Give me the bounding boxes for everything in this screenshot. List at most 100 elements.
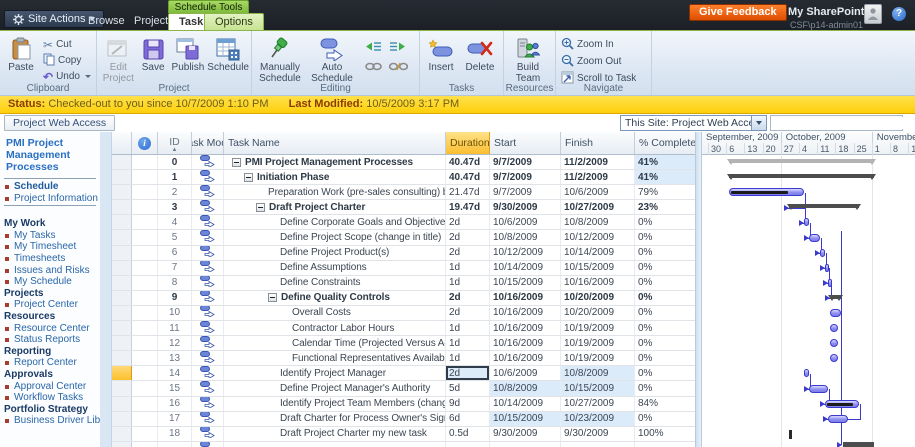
percent-complete-cell[interactable]: 0% [635, 261, 695, 275]
task-name-column-header[interactable]: Task Name [224, 132, 446, 154]
task-name-cell[interactable]: Define Assumptions [224, 260, 446, 275]
row-selector-cell[interactable] [112, 321, 132, 336]
percent-complete-cell[interactable]: 0% [635, 246, 695, 260]
sidebar-item-status-reports[interactable]: Status Reports [0, 334, 100, 346]
task-row-18[interactable]: 18 Draft Project Charter my new task 0.5d 9… [112, 426, 695, 442]
id-cell[interactable]: 0 [158, 155, 192, 170]
info-cell[interactable] [132, 200, 158, 215]
percent-complete-cell[interactable]: 23% [635, 200, 695, 214]
task-row-11[interactable]: 11 Contractor Labor Hours 1d 10/16/2009 10/1… [112, 321, 695, 337]
percent-complete-cell[interactable]: 0% [635, 336, 695, 350]
publish-button[interactable]: Publish [169, 34, 208, 73]
start-cell[interactable]: 9/30/2009 [490, 200, 561, 215]
delete-button[interactable]: Delete [460, 34, 500, 73]
row-selector-cell[interactable] [112, 351, 132, 366]
id-cell[interactable]: 8 [158, 275, 192, 290]
finish-cell[interactable]: 10/16/2009 [561, 275, 635, 290]
percent-complete-cell[interactable]: 0% [635, 366, 695, 380]
finish-cell[interactable]: 10/27/2009 [561, 200, 635, 215]
task-name-cell[interactable]: Functional Representatives Availability … [224, 351, 446, 366]
duration-cell[interactable]: 2d [446, 215, 490, 230]
finish-cell[interactable]: 11/2/2009 [561, 155, 635, 170]
task-name-cell[interactable]: Define Project Scope (change in title) [224, 230, 446, 245]
task-row-14[interactable]: 14 Identify Project Manager 2d 10/6/2009 10/… [112, 366, 695, 382]
id-cell[interactable]: 11 [158, 321, 192, 336]
task-mode-cell[interactable] [192, 215, 224, 230]
id-cell[interactable]: 18 [158, 426, 192, 441]
task-name-cell[interactable]: Identify Project Team Members (changed t [224, 396, 446, 411]
task-mode-cell[interactable] [192, 305, 224, 321]
start-cell[interactable]: 10/16/2009 [490, 305, 561, 321]
id-cell[interactable]: 5 [158, 230, 192, 245]
info-cell[interactable] [132, 426, 158, 441]
duration-cell[interactable]: 1d [446, 336, 490, 351]
collapse-glyph[interactable] [256, 202, 265, 212]
row-selector-cell[interactable] [112, 155, 132, 170]
task-row-10[interactable]: 10 Overall Costs 2d 10/16/2009 10/20/2009 0% [112, 305, 695, 322]
row-selector-cell[interactable] [112, 441, 132, 447]
percent-complete-cell[interactable]: 0% [635, 412, 695, 426]
id-cell[interactable]: 17 [158, 411, 192, 426]
start-cell[interactable]: 10/15/2009 [490, 411, 561, 426]
help-icon[interactable]: ? [892, 7, 906, 21]
start-cell[interactable]: 10/16/2009 [490, 336, 561, 351]
duration-cell[interactable]: 2d [446, 230, 490, 245]
task-row-17[interactable]: 17 Draft Charter for Process Owner's Sign… [112, 411, 695, 427]
duration-cell[interactable]: 40.47d [446, 170, 490, 185]
start-column-header[interactable]: Start [490, 132, 561, 154]
info-cell[interactable] [132, 305, 158, 321]
task-name-cell[interactable]: Define Quality Controls [224, 290, 446, 305]
percent-complete-cell[interactable]: 0% [635, 306, 695, 320]
finish-cell[interactable]: 10/8/2009 [561, 215, 635, 230]
id-cell[interactable]: 3 [158, 200, 192, 215]
task-mode-cell[interactable] [192, 351, 224, 366]
finish-cell[interactable] [561, 441, 635, 447]
site-scope-dropdown[interactable]: This Site: Project Web Access [620, 115, 767, 131]
info-cell[interactable] [132, 396, 158, 411]
row-selector-cell[interactable] [112, 245, 132, 260]
id-cell[interactable]: 9 [158, 290, 192, 305]
duration-cell[interactable]: 19.47d [446, 200, 490, 215]
indent-button[interactable] [387, 38, 409, 55]
info-cell[interactable] [132, 215, 158, 230]
outdent-button[interactable] [362, 38, 384, 55]
collapse-glyph[interactable] [244, 172, 253, 182]
start-cell[interactable]: 9/7/2009 [490, 155, 561, 170]
chevron-down-icon[interactable] [751, 116, 766, 130]
duration-cell[interactable]: 2d [446, 245, 490, 260]
task-name-cell[interactable]: Preparation Work (pre-sales consulting) … [224, 185, 446, 200]
insert-button[interactable]: Insert [422, 34, 460, 73]
task-mode-column-header[interactable]: Task Mode [192, 132, 224, 154]
sidebar-item-project-center[interactable]: Project Center [0, 299, 100, 311]
finish-cell[interactable]: 10/19/2009 [561, 336, 635, 351]
task-name-cell[interactable]: Define Project Product(s) [224, 245, 446, 260]
percent-complete-cell[interactable] [635, 442, 695, 447]
task-row-7[interactable]: 7 Define Assumptions 1d 10/14/2009 10/15/200… [112, 260, 695, 276]
finish-cell[interactable]: 10/12/2009 [561, 230, 635, 245]
info-cell[interactable] [132, 245, 158, 260]
id-cell[interactable]: 15 [158, 381, 192, 396]
sidebar-item-project-information[interactable]: Project Information [0, 193, 100, 205]
info-cell[interactable] [132, 441, 158, 447]
avatar[interactable] [864, 4, 882, 24]
task-mode-cell[interactable] [192, 260, 224, 275]
percent-complete-cell[interactable]: 0% [635, 321, 695, 335]
id-cell[interactable]: 14 [158, 366, 192, 381]
start-cell[interactable]: 10/16/2009 [490, 351, 561, 366]
start-cell[interactable]: 10/14/2009 [490, 260, 561, 275]
info-cell[interactable] [132, 185, 158, 200]
duration-cell[interactable]: 5d [446, 381, 490, 396]
sidebar-item-report-center[interactable]: Report Center [0, 357, 100, 369]
auto-schedule-button[interactable]: Auto Schedule [306, 34, 358, 84]
task-mode-cell[interactable] [192, 275, 224, 290]
unlink-tasks-button[interactable] [387, 58, 409, 75]
sidebar-item-my-schedule[interactable]: My Schedule [0, 276, 100, 288]
finish-cell[interactable]: 10/20/2009 [561, 305, 635, 321]
task-name-cell[interactable]: Draft Project Charter [224, 200, 446, 215]
duration-cell[interactable]: 0.5d [446, 426, 490, 441]
info-cell[interactable] [132, 381, 158, 396]
info-cell[interactable] [132, 170, 158, 185]
percent-complete-cell[interactable]: 0% [635, 291, 695, 305]
row-selector-cell[interactable] [112, 230, 132, 245]
sidebar-item-schedule[interactable]: Schedule [0, 181, 100, 193]
